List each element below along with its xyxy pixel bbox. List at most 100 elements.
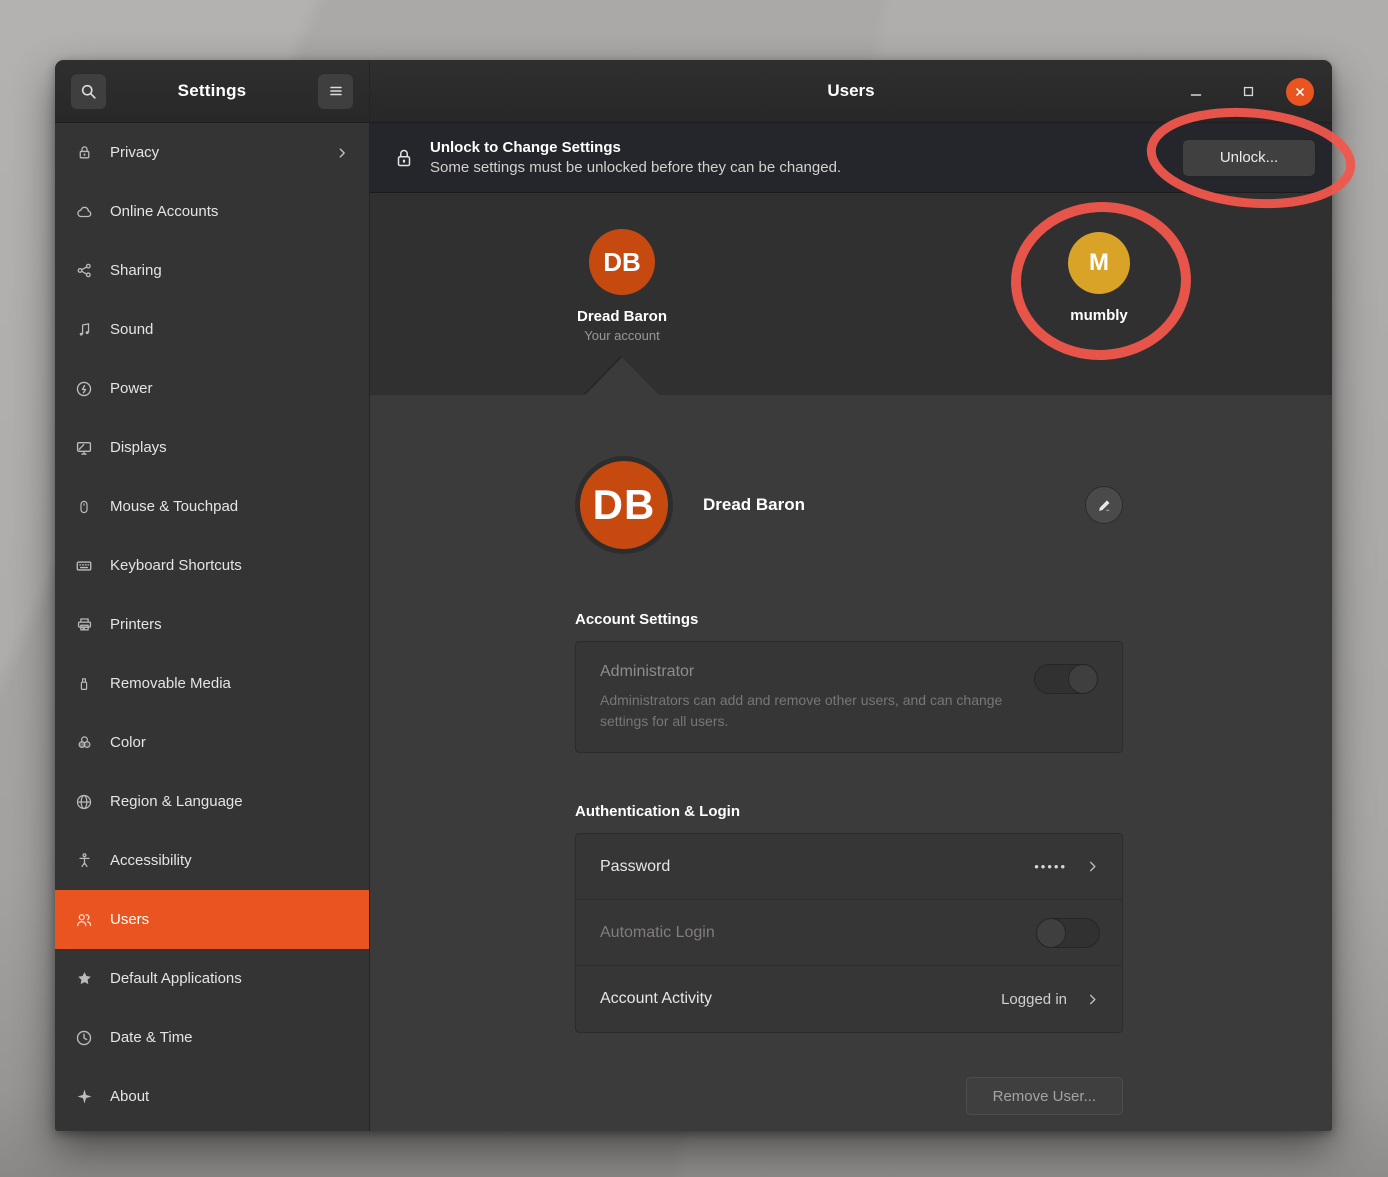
automatic-login-label: Automatic Login xyxy=(600,924,715,942)
carousel-user-name: mumbly xyxy=(1068,307,1130,324)
sidebar-item-mouse-touchpad[interactable]: Mouse & Touchpad xyxy=(55,477,369,536)
password-label: Password xyxy=(600,858,670,876)
automatic-login-toggle[interactable] xyxy=(1036,918,1100,948)
banner-text: Unlock to Change Settings Some settings … xyxy=(430,139,841,176)
minimize-button[interactable] xyxy=(1182,78,1210,106)
avatar[interactable]: DB xyxy=(575,456,673,554)
banner-title: Unlock to Change Settings xyxy=(430,139,841,156)
padlock-icon xyxy=(394,146,414,170)
remove-user-button[interactable]: Remove User... xyxy=(966,1077,1123,1115)
sidebar-item-displays[interactable]: Displays xyxy=(55,418,369,477)
carousel-user-dread-baron[interactable]: DB Dread Baron Your account xyxy=(577,229,667,343)
sparkle-icon xyxy=(75,1088,93,1106)
sidebar-item-label: Keyboard Shortcuts xyxy=(110,557,242,574)
carousel-user-mumbly[interactable]: M mumbly xyxy=(1068,229,1130,324)
flash-drive-icon xyxy=(75,675,93,693)
sidebar-item-sharing[interactable]: Sharing xyxy=(55,241,369,300)
profile-row: DB Dread Baron xyxy=(575,449,1123,561)
automatic-login-row: Automatic Login xyxy=(576,900,1122,966)
sidebar-item-label: Removable Media xyxy=(110,675,231,692)
chevron-right-icon xyxy=(1085,859,1100,874)
authentication-card: Password ••••• Automatic Login Accou xyxy=(575,833,1123,1033)
toggle-knob xyxy=(1036,918,1066,948)
hamburger-menu-icon xyxy=(328,83,344,99)
sidebar-item-label: Online Accounts xyxy=(110,203,218,220)
page-title: Users xyxy=(827,81,874,101)
users-icon xyxy=(75,911,93,929)
unlock-button[interactable]: Unlock... xyxy=(1182,139,1316,177)
settings-window: Settings Privacy Online Accounts Sharing xyxy=(55,60,1332,1131)
toggle-knob xyxy=(1068,664,1098,694)
administrator-description: Administrators can add and remove other … xyxy=(600,690,1012,732)
sidebar-item-color[interactable]: Color xyxy=(55,713,369,772)
avatar: M xyxy=(1068,232,1130,294)
sidebar-item-sound[interactable]: Sound xyxy=(55,300,369,359)
sidebar-item-removable-media[interactable]: Removable Media xyxy=(55,654,369,713)
main-headerbar: Users xyxy=(370,60,1332,123)
power-icon xyxy=(75,380,93,398)
sidebar-item-accessibility[interactable]: Accessibility xyxy=(55,831,369,890)
sidebar-item-region-language[interactable]: Region & Language xyxy=(55,772,369,831)
menu-button[interactable] xyxy=(317,73,354,110)
mouse-icon xyxy=(75,498,93,516)
lock-icon xyxy=(75,144,93,162)
window-controls xyxy=(1182,60,1314,123)
password-value: ••••• xyxy=(1034,859,1067,874)
sidebar-item-label: Displays xyxy=(110,439,167,456)
sidebar-item-about[interactable]: About xyxy=(55,1067,369,1126)
account-activity-value: Logged in xyxy=(1001,991,1067,1008)
main-panel: Users Unlock to Change Settings Some set… xyxy=(370,60,1332,1131)
pencil-icon xyxy=(1096,497,1113,514)
share-icon xyxy=(75,262,93,280)
account-activity-label: Account Activity xyxy=(600,990,712,1008)
section-title-account-settings: Account Settings xyxy=(575,611,1123,628)
account-activity-row[interactable]: Account Activity Logged in xyxy=(576,966,1122,1032)
sidebar-item-printers[interactable]: Printers xyxy=(55,595,369,654)
sidebar-item-label: Users xyxy=(110,911,149,928)
unlock-banner: Unlock to Change Settings Some settings … xyxy=(370,123,1332,193)
display-icon xyxy=(75,439,93,457)
sidebar-item-keyboard-shortcuts[interactable]: Keyboard Shortcuts xyxy=(55,536,369,595)
globe-icon xyxy=(75,793,93,811)
user-detail-panel: DB Dread Baron Account Settings Administ… xyxy=(370,395,1332,1131)
clock-icon xyxy=(75,1029,93,1047)
sidebar-item-label: Color xyxy=(110,734,146,751)
administrator-card: Administrator Administrators can add and… xyxy=(575,641,1123,753)
avatar: DB xyxy=(589,229,655,295)
edit-name-button[interactable] xyxy=(1085,486,1123,524)
sidebar-item-label: Power xyxy=(110,380,153,397)
star-icon xyxy=(75,970,93,988)
sidebar-item-label: Region & Language xyxy=(110,793,243,810)
sidebar-item-date-time[interactable]: Date & Time xyxy=(55,1008,369,1067)
carousel-user-name: Dread Baron xyxy=(577,308,667,325)
carousel-user-subtitle: Your account xyxy=(577,328,667,343)
sidebar-title: Settings xyxy=(107,81,317,101)
sidebar-item-label: About xyxy=(110,1088,149,1105)
password-row[interactable]: Password ••••• xyxy=(576,834,1122,900)
sidebar-item-label: Date & Time xyxy=(110,1029,193,1046)
music-note-icon xyxy=(75,321,93,339)
color-circles-icon xyxy=(75,734,93,752)
cloud-icon xyxy=(75,203,93,221)
sidebar-item-label: Accessibility xyxy=(110,852,192,869)
accessibility-icon xyxy=(75,852,93,870)
banner-subtitle: Some settings must be unlocked before th… xyxy=(430,159,841,176)
sidebar-item-default-applications[interactable]: Default Applications xyxy=(55,949,369,1008)
sidebar-header: Settings xyxy=(55,60,369,123)
maximize-button[interactable] xyxy=(1234,78,1262,106)
sidebar-item-online-accounts[interactable]: Online Accounts xyxy=(55,182,369,241)
user-carousel: DB Dread Baron Your account M mumbly xyxy=(370,193,1332,395)
chevron-right-icon xyxy=(1085,992,1100,1007)
profile-name: Dread Baron xyxy=(703,495,805,515)
sidebar-item-privacy[interactable]: Privacy xyxy=(55,123,369,182)
search-button[interactable] xyxy=(70,73,107,110)
sidebar-item-users[interactable]: Users xyxy=(55,890,369,949)
sidebar-item-power[interactable]: Power xyxy=(55,359,369,418)
sidebar-item-label: Privacy xyxy=(110,144,159,161)
administrator-toggle[interactable] xyxy=(1034,664,1098,694)
sidebar-item-label: Mouse & Touchpad xyxy=(110,498,238,515)
search-icon xyxy=(80,83,97,100)
close-button[interactable] xyxy=(1286,78,1314,106)
sidebar-item-label: Default Applications xyxy=(110,970,242,987)
keyboard-icon xyxy=(75,557,93,575)
